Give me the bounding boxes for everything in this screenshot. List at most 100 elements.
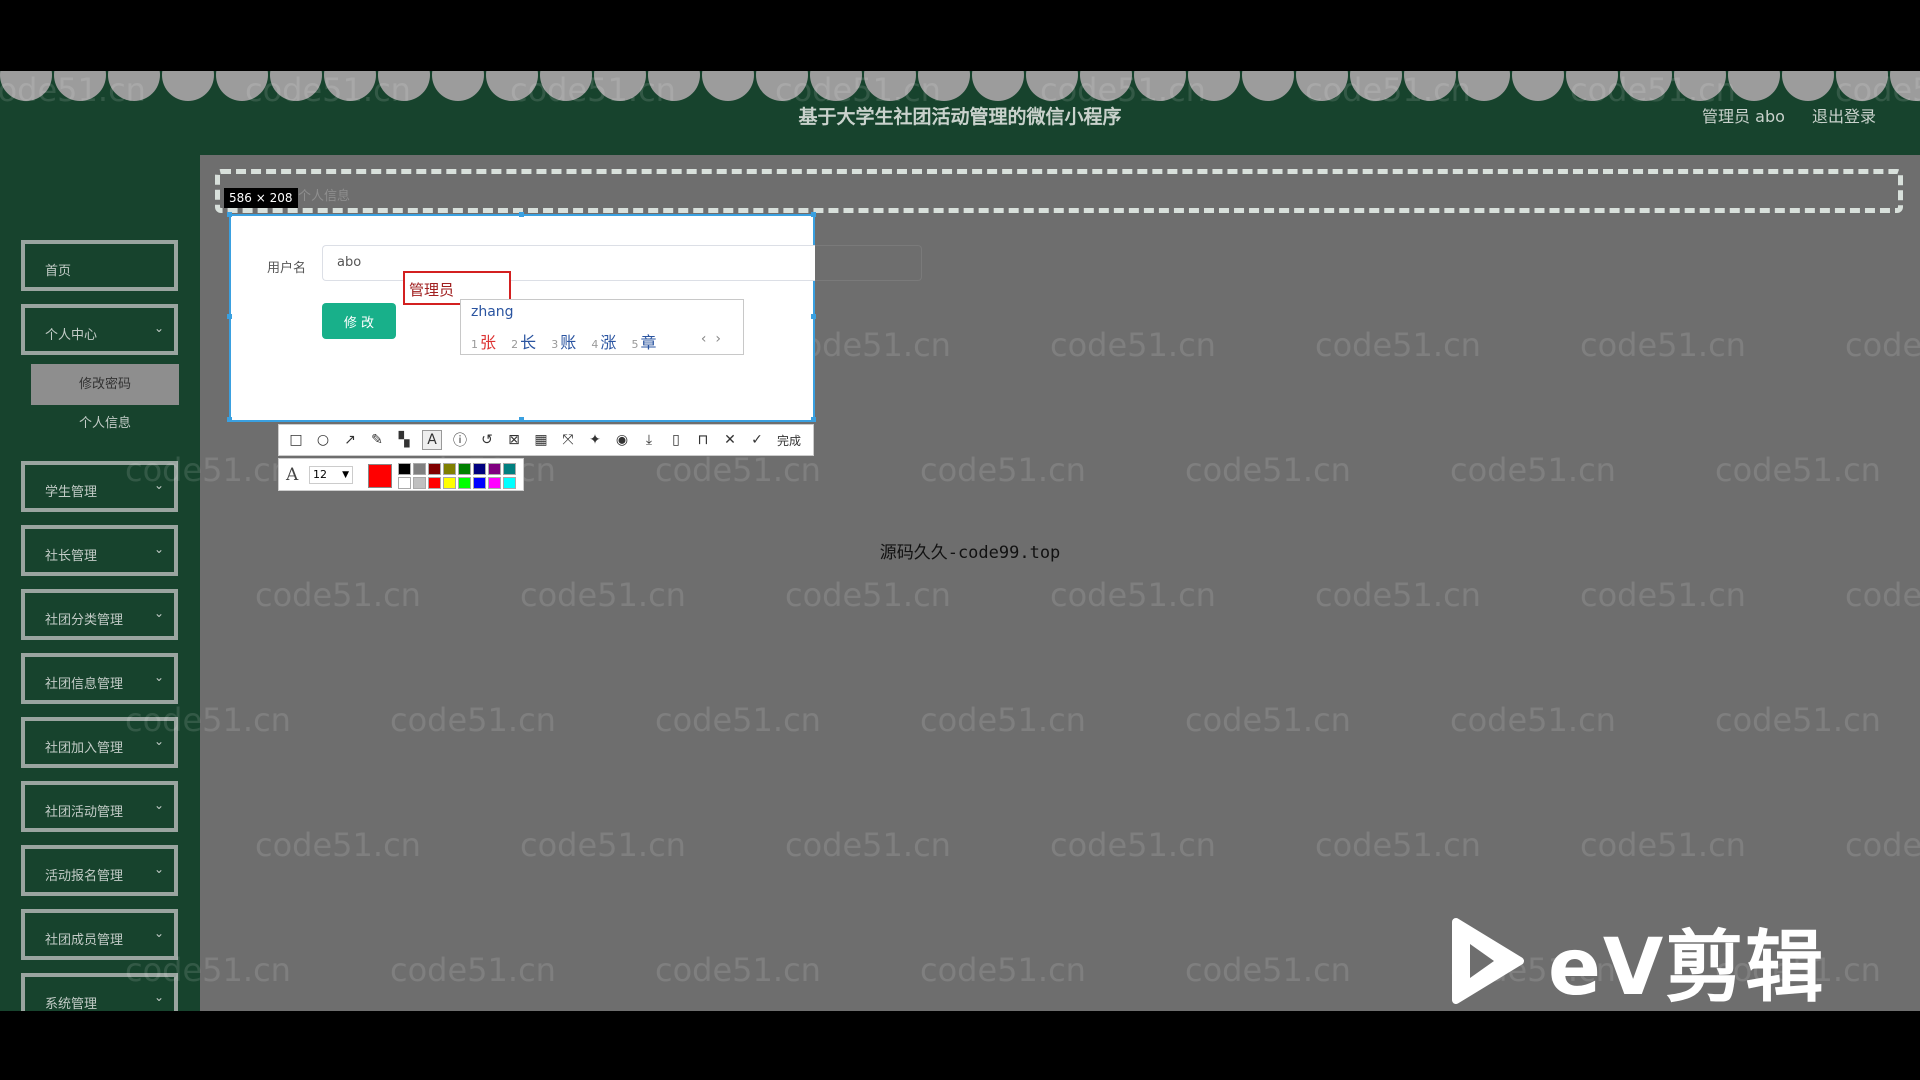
- download-icon[interactable]: ⤓: [640, 431, 658, 449]
- resize-handle[interactable]: [227, 314, 232, 319]
- color-swatch[interactable]: [398, 477, 411, 489]
- pin-icon[interactable]: ⊠: [505, 431, 523, 449]
- ime-page-arrows[interactable]: ‹ ›: [701, 331, 721, 347]
- sidebar-item-home[interactable]: 首页: [21, 240, 178, 291]
- pencil-icon[interactable]: ✎: [368, 431, 386, 449]
- color-swatch[interactable]: [458, 477, 471, 489]
- ime-candidate[interactable]: 2长: [511, 333, 536, 352]
- chevron-down-icon: ⌄: [153, 606, 164, 620]
- sidebar-item-label: 社团信息管理: [45, 677, 124, 692]
- pushpin-icon[interactable]: ✦: [586, 431, 604, 449]
- color-swatch[interactable]: [488, 463, 501, 475]
- sidebar-item-label: 社团分类管理: [45, 613, 124, 628]
- font-size-value: 12: [313, 468, 327, 481]
- record-icon[interactable]: ◉: [613, 431, 631, 449]
- save-icon[interactable]: ▯: [667, 431, 685, 449]
- site-title: 基于大学生社团活动管理的微信小程序: [798, 106, 1122, 128]
- arrow-icon[interactable]: ↗: [341, 431, 359, 449]
- number-icon[interactable]: ⓘ: [451, 431, 469, 449]
- resize-handle[interactable]: [227, 417, 232, 422]
- ime-candidate[interactable]: 4涨: [591, 333, 616, 352]
- ime-next-icon[interactable]: ›: [715, 331, 721, 347]
- breadcrumb: 个人信息: [298, 189, 351, 204]
- header-scallop: [1620, 71, 1672, 101]
- chevron-down-icon: ⌄: [153, 478, 164, 492]
- resize-handle[interactable]: [811, 212, 816, 217]
- color-swatch[interactable]: [473, 477, 486, 489]
- header-scallop: [0, 71, 52, 101]
- header-scallop: [540, 71, 592, 101]
- sidebar-item-club-members[interactable]: 社团成员管理 ⌄: [21, 909, 178, 960]
- sidebar-item-personal-center[interactable]: 个人中心 ⌄: [21, 304, 178, 355]
- sidebar-item-students[interactable]: 学生管理 ⌄: [21, 461, 178, 512]
- resize-handle[interactable]: [519, 212, 524, 217]
- watermark-text: code51.cn: [1185, 951, 1351, 989]
- color-swatch[interactable]: [413, 463, 426, 475]
- header-scallop: [1404, 71, 1456, 101]
- rectangle-icon[interactable]: □: [287, 431, 305, 449]
- check-icon[interactable]: ✓: [748, 431, 766, 449]
- font-size-select[interactable]: 12 ▼: [309, 466, 353, 484]
- sidebar-item-label: 社团活动管理: [45, 805, 124, 820]
- mosaic-icon[interactable]: ▚: [395, 431, 413, 449]
- ocr-icon[interactable]: ▦: [532, 431, 550, 449]
- sidebar-item-club-activities[interactable]: 社团活动管理 ⌄: [21, 781, 178, 832]
- ime-pinyin: zhang: [471, 304, 514, 320]
- sidebar-item-club-categories[interactable]: 社团分类管理 ⌄: [21, 589, 178, 640]
- header-scallop: [918, 71, 970, 101]
- close-icon[interactable]: ✕: [721, 431, 739, 449]
- resize-handle[interactable]: [519, 417, 524, 422]
- header-scallop: [1134, 71, 1186, 101]
- undo-icon[interactable]: ↺: [478, 431, 496, 449]
- watermark-text: code51.cn: [1315, 826, 1481, 864]
- resize-handle[interactable]: [227, 212, 232, 217]
- candidate-number: 3: [551, 338, 559, 351]
- sidebar-item-club-info[interactable]: 社团信息管理 ⌄: [21, 653, 178, 704]
- color-swatch[interactable]: [473, 463, 486, 475]
- font-icon: A: [286, 465, 299, 485]
- sidebar-item-system[interactable]: 系统管理 ⌄: [21, 973, 178, 1011]
- color-swatch[interactable]: [503, 477, 516, 489]
- modify-button[interactable]: 修 改: [322, 303, 396, 339]
- play-logo-icon: [1452, 918, 1524, 1004]
- logout-link[interactable]: 退出登录: [1812, 107, 1876, 126]
- current-color-swatch[interactable]: [368, 464, 392, 488]
- header-scallop: [1242, 71, 1294, 101]
- header-scallop: [1296, 71, 1348, 101]
- resize-handle[interactable]: [811, 314, 816, 319]
- watermark-text: code51.cn: [655, 451, 821, 489]
- ime-candidates: 1张 2长 3账 4涨 5章: [471, 329, 666, 353]
- header-scallop: [594, 71, 646, 101]
- text-icon[interactable]: A: [422, 430, 442, 450]
- ime-candidate[interactable]: 5章: [631, 333, 656, 352]
- color-swatch[interactable]: [398, 463, 411, 475]
- color-swatch[interactable]: [458, 463, 471, 475]
- header-scallop: [216, 71, 268, 101]
- color-swatch[interactable]: [428, 477, 441, 489]
- sidebar-item-club-join[interactable]: 社团加入管理 ⌄: [21, 717, 178, 768]
- watermark-text: code51.cn: [655, 951, 821, 989]
- sidebar-subitem-change-password[interactable]: 修改密码: [31, 364, 179, 405]
- candidate-char: 涨: [600, 333, 617, 352]
- ime-prev-icon[interactable]: ‹: [701, 331, 707, 347]
- bookmark-icon[interactable]: ⊓: [694, 431, 712, 449]
- color-swatch[interactable]: [428, 463, 441, 475]
- sidebar-item-activity-signup[interactable]: 活动报名管理 ⌄: [21, 845, 178, 896]
- ime-candidate[interactable]: 3账: [551, 333, 576, 352]
- current-user: 管理员 abo: [1702, 107, 1785, 126]
- done-button[interactable]: 完成: [777, 432, 801, 449]
- sidebar-subitem-profile[interactable]: 个人信息: [31, 409, 179, 439]
- expand-icon[interactable]: ⤧: [559, 431, 577, 449]
- color-swatch[interactable]: [443, 477, 456, 489]
- candidate-char: 张: [480, 333, 497, 352]
- ime-candidate[interactable]: 1张: [471, 333, 496, 352]
- resize-handle[interactable]: [811, 417, 816, 422]
- username-input[interactable]: abo: [322, 245, 815, 281]
- color-swatch[interactable]: [503, 463, 516, 475]
- color-swatch[interactable]: [413, 477, 426, 489]
- color-swatch[interactable]: [443, 463, 456, 475]
- color-swatch[interactable]: [488, 477, 501, 489]
- header-scallop: [864, 71, 916, 101]
- ellipse-icon[interactable]: ○: [314, 431, 332, 449]
- header-scallop: [1566, 71, 1618, 101]
